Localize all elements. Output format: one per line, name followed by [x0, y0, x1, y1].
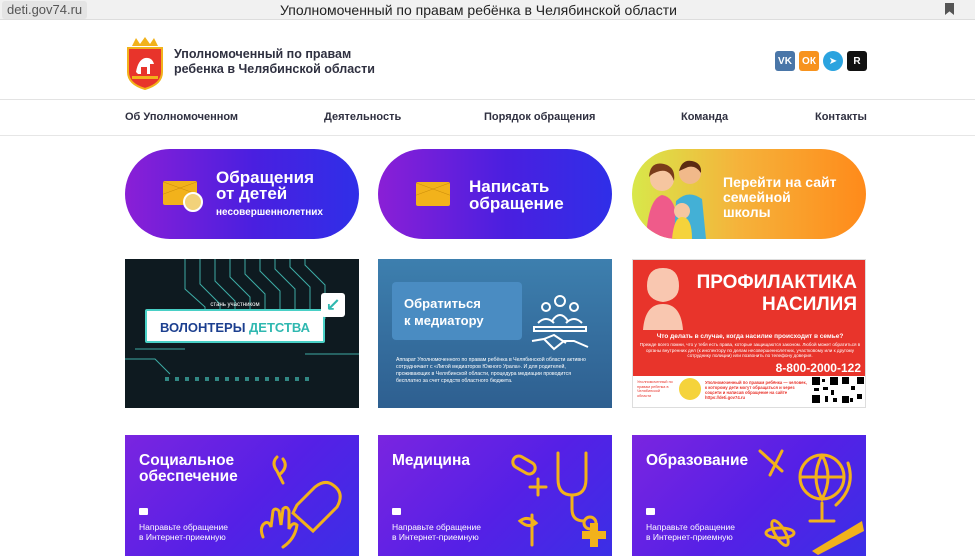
- tile-note-line1: Направьте обращение: [139, 522, 228, 532]
- qr-code-icon: [811, 376, 839, 404]
- children-appeals-subtitle: несовершеннолетних: [216, 207, 323, 218]
- volunteers-small-text: стань участником: [210, 302, 260, 308]
- children-appeals-title2: от детей: [216, 184, 288, 203]
- bookmark-icon[interactable]: [945, 3, 954, 15]
- mail-icon: [139, 508, 148, 515]
- nav-item-about[interactable]: Об Уполномоченном: [125, 111, 238, 123]
- mail-icon: [392, 508, 401, 515]
- tile-note: Направьте обращение в Интернет-приемную: [139, 522, 228, 542]
- nav-item-activity[interactable]: Деятельность: [324, 111, 401, 123]
- site-name-line2: ребенка в Челябинской области: [174, 62, 375, 76]
- prevention-title: ПРОФИЛАКТИКА НАСИЛИЯ: [697, 272, 857, 316]
- medicine-title: Медицина: [392, 452, 470, 469]
- nav-item-contacts[interactable]: Контакты: [815, 111, 867, 123]
- volunteers-word1: ВОЛОНТЕРЫ: [159, 320, 246, 335]
- prevention-footer: Уполномоченный по правам ребёнка — челов…: [705, 380, 807, 400]
- family-school-title1: Перейти на сайт: [723, 174, 837, 190]
- prevention-title1: ПРОФИЛАКТИКА: [696, 272, 857, 293]
- heart-hands-icon: [259, 455, 342, 549]
- family-illustration: [646, 160, 706, 239]
- site-name[interactable]: Уполномоченный по правам ребенка в Челяб…: [174, 47, 394, 77]
- main-nav: Об Уполномоченном Деятельность Порядок о…: [0, 100, 975, 136]
- girl-silhouette-icon: [643, 268, 683, 330]
- prevention-title2: НАСИЛИЯ: [762, 294, 857, 315]
- education-title: Образование: [646, 452, 749, 469]
- write-appeal-title2: обращение: [469, 194, 564, 213]
- medical-icons: [511, 451, 606, 547]
- telegram-icon[interactable]: ➤: [823, 51, 843, 71]
- mediator-banner[interactable]: Обратиться к медиатору Аппарат Уполномоч…: [378, 259, 612, 408]
- family-school-button[interactable]: Перейти на сайт семейной школы: [632, 149, 866, 239]
- coat-of-arms-icon[interactable]: [124, 36, 166, 90]
- tile-note-line1: Направьте обращение: [392, 522, 481, 532]
- vk-icon[interactable]: VK: [775, 51, 795, 71]
- address-bar[interactable]: deti.gov74.ru: [2, 1, 88, 19]
- sun-logo-icon: [679, 378, 701, 400]
- nav-item-appeal-procedure[interactable]: Порядок обращения: [484, 111, 595, 123]
- browser-bar: deti.gov74.ru Уполномоченный по правам р…: [0, 0, 975, 20]
- mediator-title2: к медиатору: [404, 313, 484, 328]
- rutube-icon[interactable]: R: [847, 51, 867, 71]
- tile-note: Направьте обращение в Интернет-приемную: [392, 522, 481, 542]
- qr-code-icon: [841, 376, 865, 404]
- mediator-title: Обратиться к медиатору: [404, 295, 484, 329]
- mediator-title1: Обратиться: [404, 296, 481, 311]
- mail-icon: [646, 508, 655, 515]
- prevention-text: Прежде всего помни, что у тебя есть прав…: [639, 342, 861, 359]
- family-school-title3: школы: [723, 204, 771, 220]
- social-security-title2: обеспечение: [139, 468, 238, 485]
- ok-icon[interactable]: ОК: [799, 51, 819, 71]
- envelope-icon: [416, 182, 450, 206]
- prevention-info-area: Что делать в случае, когда насилие проис…: [633, 330, 865, 376]
- volunteers-banner[interactable]: стань участником ВОЛОНТЕРЫ ДЕТСТВА ↙: [125, 259, 359, 408]
- prevention-org: Уполномоченный по правам ребенка в Челяб…: [637, 380, 673, 398]
- violence-prevention-banner[interactable]: ПРОФИЛАКТИКА НАСИЛИЯ Что делать в случае…: [632, 259, 866, 408]
- prevention-question: Что делать в случае, когда насилие проис…: [656, 333, 844, 340]
- tile-note-line2: в Интернет-приемную: [646, 532, 733, 542]
- nav-item-team[interactable]: Команда: [681, 111, 728, 123]
- volunteers-label-box: стань участником ВОЛОНТЕРЫ ДЕТСТВА: [145, 302, 325, 343]
- tile-note: Направьте обращение в Интернет-приемную: [646, 522, 735, 542]
- tile-note-line2: в Интернет-приемную: [392, 532, 479, 542]
- family-school-title2: семейной: [723, 189, 791, 205]
- volunteers-word2: ДЕТСТВА: [249, 320, 311, 335]
- prevention-phone: 8-800-2000-122: [775, 361, 861, 375]
- tile-note-line2: в Интернет-приемную: [139, 532, 226, 542]
- cursor-arrow-icon: ↙: [321, 293, 345, 317]
- write-appeal-title1: Написать: [469, 177, 550, 196]
- education-tile[interactable]: Образование Направьте обращение в Интерн…: [632, 435, 866, 556]
- child-face-icon: [183, 192, 203, 212]
- children-appeals-button[interactable]: Обращения от детей несовершеннолетних: [125, 149, 359, 239]
- mediator-text: Аппарат Уполномоченного по правам ребёнк…: [396, 357, 586, 384]
- social-links: VK ОК ➤ R: [775, 51, 867, 71]
- people-handshake-icon: [531, 295, 589, 351]
- education-icons: [758, 449, 864, 555]
- social-security-title1: Социальное: [139, 452, 235, 469]
- tile-note-line1: Направьте обращение: [646, 522, 735, 532]
- social-security-tile[interactable]: Социальное обеспечение Направьте обращен…: [125, 435, 359, 556]
- site-name-line1: Уполномоченный по правам: [174, 47, 352, 61]
- medicine-tile[interactable]: Медицина Направьте обращение в Интернет-…: [378, 435, 612, 556]
- page-tab-title: Уполномоченный по правам ребёнка в Челяб…: [280, 2, 677, 18]
- social-security-title: Социальное обеспечение: [139, 453, 238, 485]
- write-appeal-button[interactable]: Написать обращение: [378, 149, 612, 239]
- site-header: Уполномоченный по правам ребенка в Челяб…: [0, 20, 975, 100]
